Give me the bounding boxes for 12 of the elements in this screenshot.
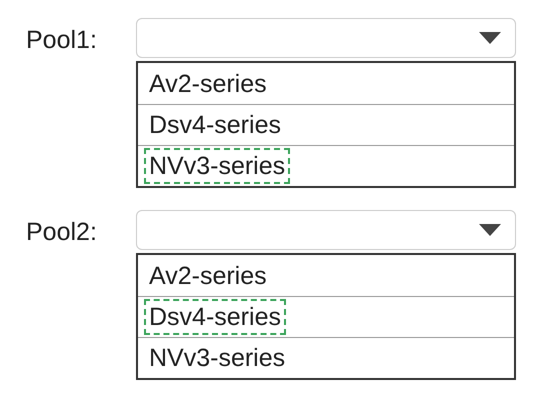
- list-option[interactable]: Dsv4-series: [144, 107, 286, 143]
- list-option[interactable]: NVv3-series: [144, 148, 290, 184]
- pool-label: Pool1:: [26, 25, 98, 56]
- list-option[interactable]: Dsv4-series: [144, 299, 286, 335]
- dropdown[interactable]: [136, 18, 516, 58]
- list-option[interactable]: Av2-series: [144, 258, 272, 294]
- list-option[interactable]: NVv3-series: [144, 340, 290, 376]
- dropdown[interactable]: [136, 210, 516, 250]
- list-option[interactable]: Av2-series: [144, 66, 272, 102]
- caret-icon: [479, 224, 501, 236]
- pool-label: Pool2:: [26, 217, 98, 248]
- caret-icon: [479, 32, 501, 44]
